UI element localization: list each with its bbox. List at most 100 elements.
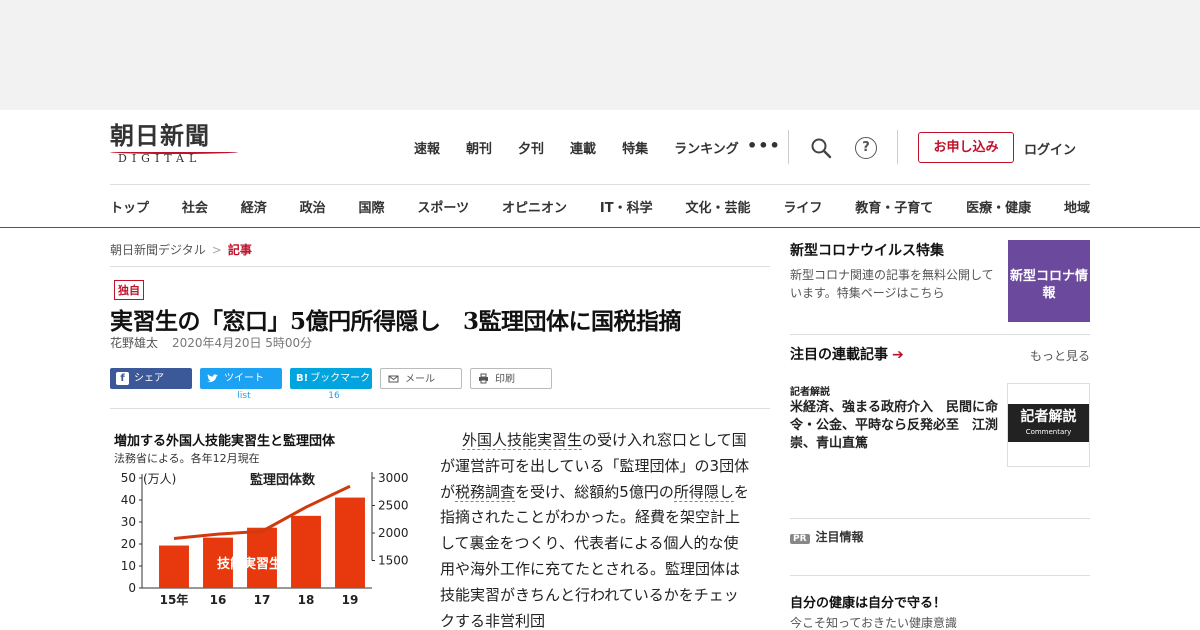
keyword-link[interactable]: 外国人技能実習生 <box>462 431 583 450</box>
arrow-right-icon: ➔ <box>892 347 904 363</box>
top-nav-features[interactable]: 特集 <box>622 138 648 158</box>
body-text: を指摘されたことがわかった。経費を架空計上して裏金をつくり、代表者による個人的な… <box>440 482 749 630</box>
y-tick-label: 20 <box>121 537 136 551</box>
share-mail-button[interactable]: メール <box>380 368 462 389</box>
top-nav-series[interactable]: 連載 <box>570 138 596 158</box>
bar-18 <box>291 515 321 588</box>
exclusive-badge: 独自 <box>114 280 144 300</box>
category-international[interactable]: 国際 <box>359 197 385 216</box>
subscribe-button[interactable]: お申し込み <box>918 132 1014 163</box>
corona-feature-title[interactable]: 新型コロナウイルス特集 <box>790 240 944 260</box>
more-link[interactable]: もっと見る <box>1030 347 1090 364</box>
commentary-thumbnail[interactable]: 記者解説 Commentary <box>1007 383 1090 467</box>
divider <box>790 518 1090 519</box>
more-dots-icon[interactable]: ••• <box>747 136 781 155</box>
site-logo[interactable]: 朝日新聞 DIGITAL <box>110 122 240 170</box>
byline: 花野雄太 2020年4月20日 5時00分 <box>110 334 312 351</box>
y2-tick-label: 2000 <box>378 526 409 540</box>
category-top[interactable]: トップ <box>110 197 149 216</box>
y2-tick-label: 3000 <box>378 471 409 485</box>
category-local[interactable]: 地域 <box>1064 197 1090 216</box>
x-tick-label: 16 <box>210 593 227 607</box>
article-body: 外国人技能実習生の受け入れ窓口として国が運営許可を出している「監理団体」の3団体… <box>440 428 750 630</box>
logo-text: 朝日新聞 <box>110 121 210 150</box>
divider <box>110 266 770 267</box>
x-tick-label: 18 <box>298 593 315 607</box>
bar-15年 <box>159 545 189 588</box>
series-label-bodies: 監理団体数 <box>250 472 316 488</box>
breadcrumb-home[interactable]: 朝日新聞デジタル <box>110 243 206 257</box>
featured-series-heading[interactable]: 注目の連載記事 ➔ <box>790 344 904 364</box>
pr-item-title[interactable]: 自分の健康は自分で守る！ <box>790 592 946 611</box>
share-twitter-button[interactable]: ツイート <box>200 368 282 389</box>
top-nav-ranking[interactable]: ランキング <box>674 138 739 158</box>
keyword-link[interactable]: 非営利団 <box>485 611 546 630</box>
category-nav: トップ 社会 経済 政治 国際 スポーツ オピニオン IT・科学 文化・芸能 ラ… <box>110 197 1090 216</box>
print-button[interactable]: 印刷 <box>470 368 552 389</box>
y-tick-label: 10 <box>121 559 136 573</box>
author[interactable]: 花野雄太 <box>110 336 158 350</box>
series-label-trainees: 技能実習生 <box>217 556 282 572</box>
pr-section-heading: PR 注目情報 <box>790 528 864 545</box>
commentary-logo: 記者解説 Commentary <box>1008 404 1089 442</box>
hatena-icon: B! <box>296 373 309 384</box>
body-text: を受け、総額約5億円の <box>515 482 674 501</box>
category-health[interactable]: 医療・健康 <box>966 197 1031 216</box>
category-opinion[interactable]: オピニオン <box>502 197 567 216</box>
y-tick-label: 50 <box>121 471 136 485</box>
chart: 0 10 20 30 40 50 (万人) 1500 2000 2500 3000 15年 16 17 18… <box>121 471 409 607</box>
corona-feature-desc[interactable]: 新型コロナ関連の記事を無料公開しています。特集ページはこちら <box>790 266 1002 302</box>
line-supervising-bodies <box>173 484 351 540</box>
category-life[interactable]: ライフ <box>783 197 822 216</box>
twitter-count[interactable]: list <box>203 391 285 401</box>
breadcrumb-separator: > <box>211 243 222 257</box>
x-tick-label: 15年 <box>160 592 189 607</box>
category-it-science[interactable]: IT・科学 <box>600 197 653 216</box>
divider <box>110 184 1090 185</box>
help-icon[interactable]: ? <box>855 137 877 159</box>
top-nav-evening[interactable]: 夕刊 <box>518 138 544 158</box>
mail-icon <box>387 373 400 386</box>
category-economy[interactable]: 経済 <box>241 197 267 216</box>
divider <box>897 130 898 164</box>
x-tick-label: 19 <box>342 593 359 607</box>
pr-item-subtitle[interactable]: 今こそ知っておきたい健康意識 <box>790 614 957 630</box>
twitter-bird-icon <box>206 372 219 385</box>
pr-tag: PR <box>790 534 810 544</box>
top-nav: 速報 朝刊 夕刊 連載 特集 ランキング <box>414 138 765 158</box>
divider <box>790 575 1090 576</box>
divider <box>110 408 770 409</box>
y-tick-label: 30 <box>121 515 136 529</box>
article-figure[interactable]: 増加する外国人技能実習生と監理団体 法務省による。各年12月現在 0 10 20 30… <box>110 428 420 630</box>
category-culture[interactable]: 文化・芸能 <box>685 197 750 216</box>
left-axis-unit: (万人) <box>143 472 176 486</box>
category-politics[interactable]: 政治 <box>300 197 326 216</box>
divider <box>788 130 789 164</box>
x-tick-label: 17 <box>254 593 271 607</box>
share-facebook-button[interactable]: f シェア <box>110 368 192 389</box>
divider <box>790 334 1090 335</box>
top-nav-morning[interactable]: 朝刊 <box>466 138 492 158</box>
keyword-link[interactable]: 税務調査 <box>455 482 516 502</box>
login-link[interactable]: ログイン <box>1024 139 1076 158</box>
printer-icon <box>477 373 490 386</box>
bar-19 <box>335 497 365 588</box>
y2-tick-label: 1500 <box>378 554 409 568</box>
commentary-headline[interactable]: 米経済、強まる政府介入 民間に命令・公金、平時なら反発必至 江渕崇、青山直篤 <box>790 399 1002 453</box>
logo-swoosh <box>110 150 238 154</box>
ad-banner-area <box>0 0 1200 110</box>
corona-feature-banner[interactable]: 新型コロナ情報 <box>1008 240 1090 322</box>
category-sports[interactable]: スポーツ <box>417 197 469 216</box>
commentary-tag: 記者解説 <box>790 387 830 398</box>
keyword-link[interactable]: 所得隠し <box>673 482 734 502</box>
hatena-count[interactable]: 16 <box>293 391 375 401</box>
facebook-icon: f <box>116 372 129 385</box>
top-nav-breaking[interactable]: 速報 <box>414 138 440 158</box>
y2-tick-label: 2500 <box>378 499 409 513</box>
search-icon[interactable] <box>810 137 832 159</box>
category-education[interactable]: 教育・子育て <box>855 197 933 216</box>
article-title: 実習生の「窓口」5億円所得隠し 3監理団体に国税指摘 <box>110 308 682 335</box>
share-hatena-button[interactable]: B! ブックマーク <box>290 368 372 389</box>
y-tick-label: 40 <box>121 493 136 507</box>
category-society[interactable]: 社会 <box>182 197 208 216</box>
